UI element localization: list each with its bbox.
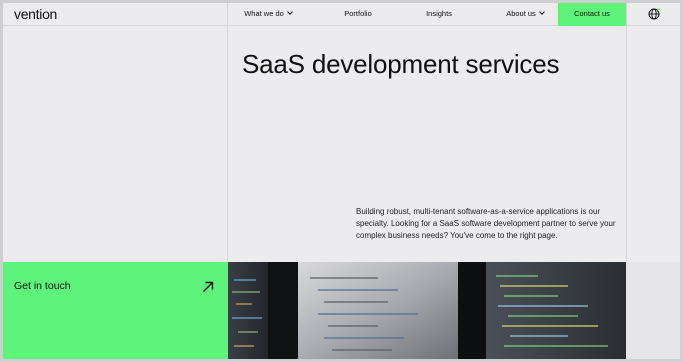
page-frame: vention What we do Portfolio Insights Ab…: [3, 3, 680, 359]
contact-us-button[interactable]: Contact us: [558, 3, 626, 26]
nav-what-we-do[interactable]: What we do: [228, 3, 308, 26]
get-in-touch-label: Get in touch: [14, 280, 71, 292]
hero-description: Building robust, multi-tenant software-a…: [356, 207, 616, 240]
arrow-up-right-icon: [203, 281, 214, 292]
nav-portfolio-label: Portfolio: [344, 9, 372, 18]
code-monitors-photo: [228, 262, 626, 359]
page-title: SaaS development services: [242, 49, 560, 79]
code-screens-image: [228, 262, 626, 359]
nav-insights[interactable]: Insights: [406, 3, 472, 26]
nav-what-we-do-label: What we do: [244, 9, 284, 18]
nav-portfolio[interactable]: Portfolio: [323, 3, 393, 26]
get-in-touch-button[interactable]: Get in touch: [3, 262, 228, 359]
nav-insights-label: Insights: [426, 9, 452, 18]
column-divider: [227, 3, 228, 262]
nav-about-us[interactable]: About us: [493, 3, 557, 26]
chevron-down-icon: [286, 9, 293, 15]
column-divider: [626, 3, 627, 262]
chevron-down-icon: [538, 9, 545, 15]
vention-logo[interactable]: vention: [14, 6, 57, 22]
site-header: vention What we do Portfolio Insights Ab…: [3, 3, 680, 26]
corner-panel: [626, 262, 680, 359]
globe-icon[interactable]: [648, 8, 660, 20]
nav-about-us-label: About us: [506, 9, 536, 18]
